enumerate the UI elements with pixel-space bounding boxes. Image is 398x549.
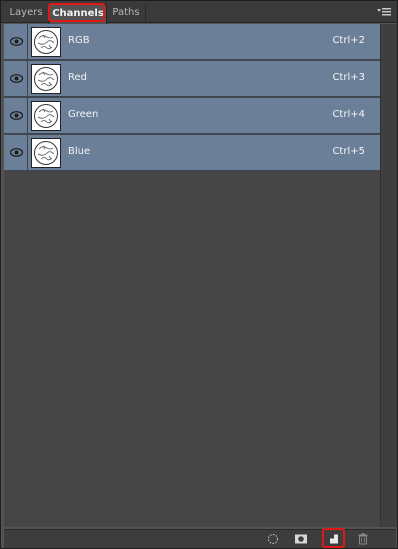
panel-menu-icon[interactable]: [377, 7, 391, 17]
channel-shortcut: Ctrl+4: [332, 109, 365, 120]
channel-list: RGB Ctrl+2 Red Ctrl+3 Green Ctrl+4 Blue …: [4, 24, 380, 527]
dotted-selection-icon: [268, 534, 278, 544]
tab-paths[interactable]: Paths: [107, 4, 146, 22]
channel-thumbnail: [31, 64, 61, 94]
eye-icon: [10, 74, 23, 83]
channel-row-rgb[interactable]: RGB Ctrl+2: [4, 24, 380, 60]
tab-channels[interactable]: Channels: [49, 4, 107, 24]
channel-shortcut: Ctrl+5: [332, 146, 365, 157]
channel-name: Red: [68, 72, 87, 83]
panel-tab-bar: Layers Channels Paths: [1, 1, 397, 24]
channel-thumbnail: [31, 138, 61, 168]
channel-thumbnail: [31, 27, 61, 57]
eye-icon: [10, 111, 23, 120]
visibility-toggle[interactable]: [4, 98, 28, 134]
tab-layers[interactable]: Layers: [4, 4, 49, 22]
channel-name: Blue: [68, 146, 91, 157]
scrollbar[interactable]: [380, 24, 397, 527]
mask-icon: [295, 534, 307, 544]
visibility-toggle[interactable]: [4, 61, 28, 97]
load-selection-button[interactable]: [266, 533, 280, 545]
eye-icon: [10, 148, 23, 157]
channels-panel: Layers Channels Paths RGB Ctrl+2 Red Ctr…: [0, 0, 398, 549]
new-channel-button[interactable]: [327, 533, 341, 545]
visibility-toggle[interactable]: [4, 135, 28, 171]
channel-thumbnail: [31, 101, 61, 131]
channels-toolbar: [4, 529, 396, 548]
delete-channel-button[interactable]: [356, 533, 370, 545]
channel-name: Green: [68, 109, 99, 120]
channel-name: RGB: [68, 35, 90, 46]
channel-shortcut: Ctrl+3: [332, 72, 365, 83]
visibility-toggle[interactable]: [4, 24, 28, 60]
channel-row-red[interactable]: Red Ctrl+3: [4, 61, 380, 97]
trash-icon: [358, 533, 368, 545]
channel-row-green[interactable]: Green Ctrl+4: [4, 98, 380, 134]
new-channel-icon: [330, 534, 338, 544]
channel-shortcut: Ctrl+2: [332, 35, 365, 46]
eye-icon: [10, 37, 23, 46]
channel-row-blue[interactable]: Blue Ctrl+5: [4, 135, 380, 171]
save-selection-button[interactable]: [294, 533, 308, 545]
